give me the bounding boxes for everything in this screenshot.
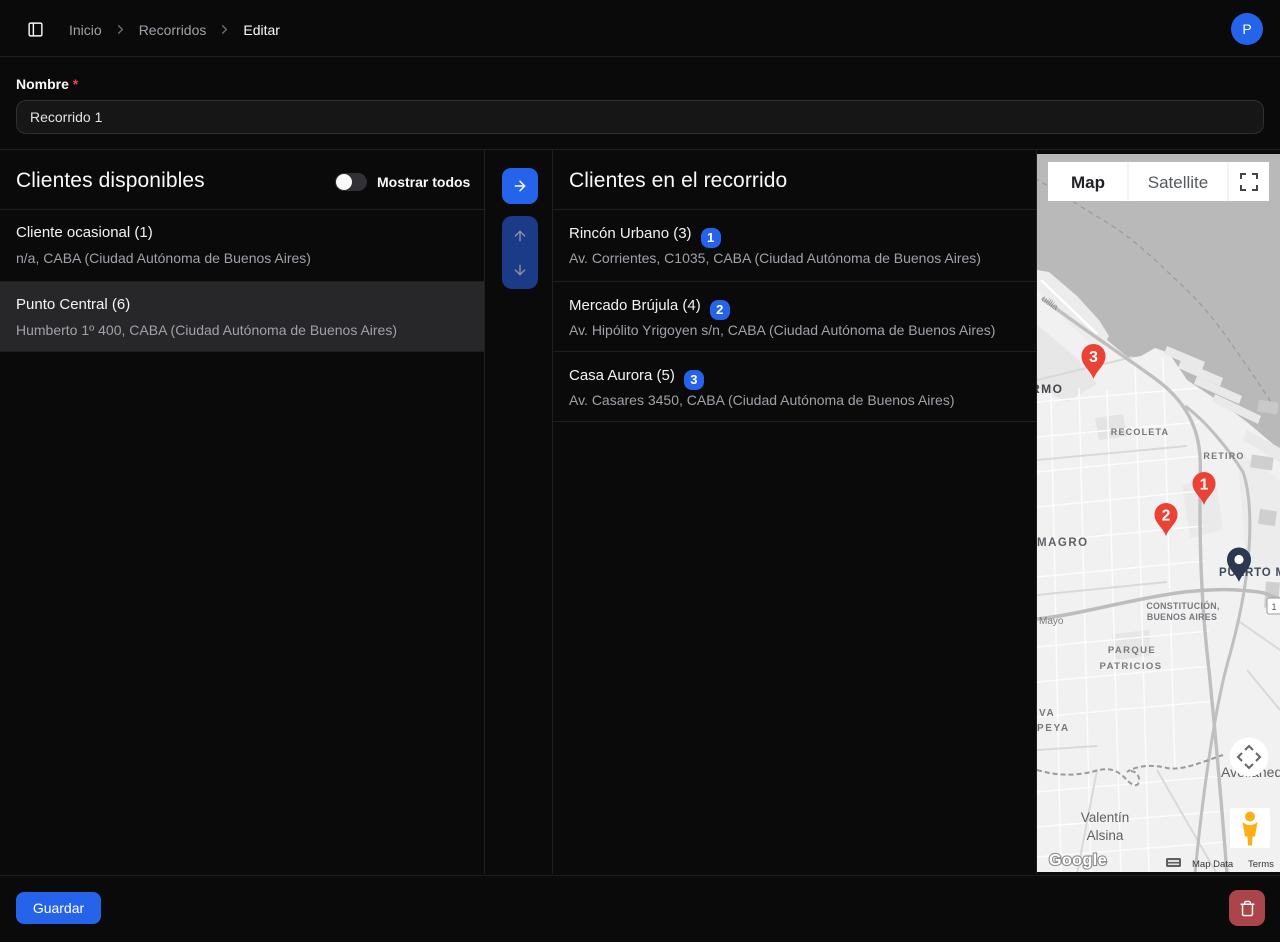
svg-text:MAGRO: MAGRO [1037,537,1089,549]
svg-text:BUENOS AIRES: BUENOS AIRES [1147,612,1217,622]
svg-text:Map Data: Map Data [1192,859,1234,870]
svg-text:2: 2 [1162,508,1171,525]
svg-text:Satellite: Satellite [1148,173,1208,192]
svg-text:RECOLETA: RECOLETA [1111,427,1169,437]
svg-text:VA: VA [1039,708,1055,719]
svg-text:Map: Map [1071,173,1105,192]
svg-text:Valentín: Valentín [1081,810,1130,825]
svg-text:Terms: Terms [1248,859,1274,870]
svg-text:RMO: RMO [1037,382,1064,396]
svg-text:PARQUE: PARQUE [1108,645,1156,656]
svg-text:1: 1 [1200,477,1209,494]
svg-text:Mayo: Mayo [1039,616,1064,627]
svg-text:PATRICIOS: PATRICIOS [1100,661,1163,672]
svg-text:PEYA: PEYA [1037,723,1070,734]
svg-text:RETIRO: RETIRO [1203,451,1244,461]
svg-text:3: 3 [1089,349,1098,366]
svg-text:Google: Google [1049,852,1107,869]
svg-text:1: 1 [1271,602,1276,612]
svg-text:Alsina: Alsina [1087,828,1124,843]
svg-text:CONSTITUCIÓN,: CONSTITUCIÓN, [1146,600,1219,611]
svg-text:PUERTO MAD: PUERTO MAD [1219,567,1280,579]
